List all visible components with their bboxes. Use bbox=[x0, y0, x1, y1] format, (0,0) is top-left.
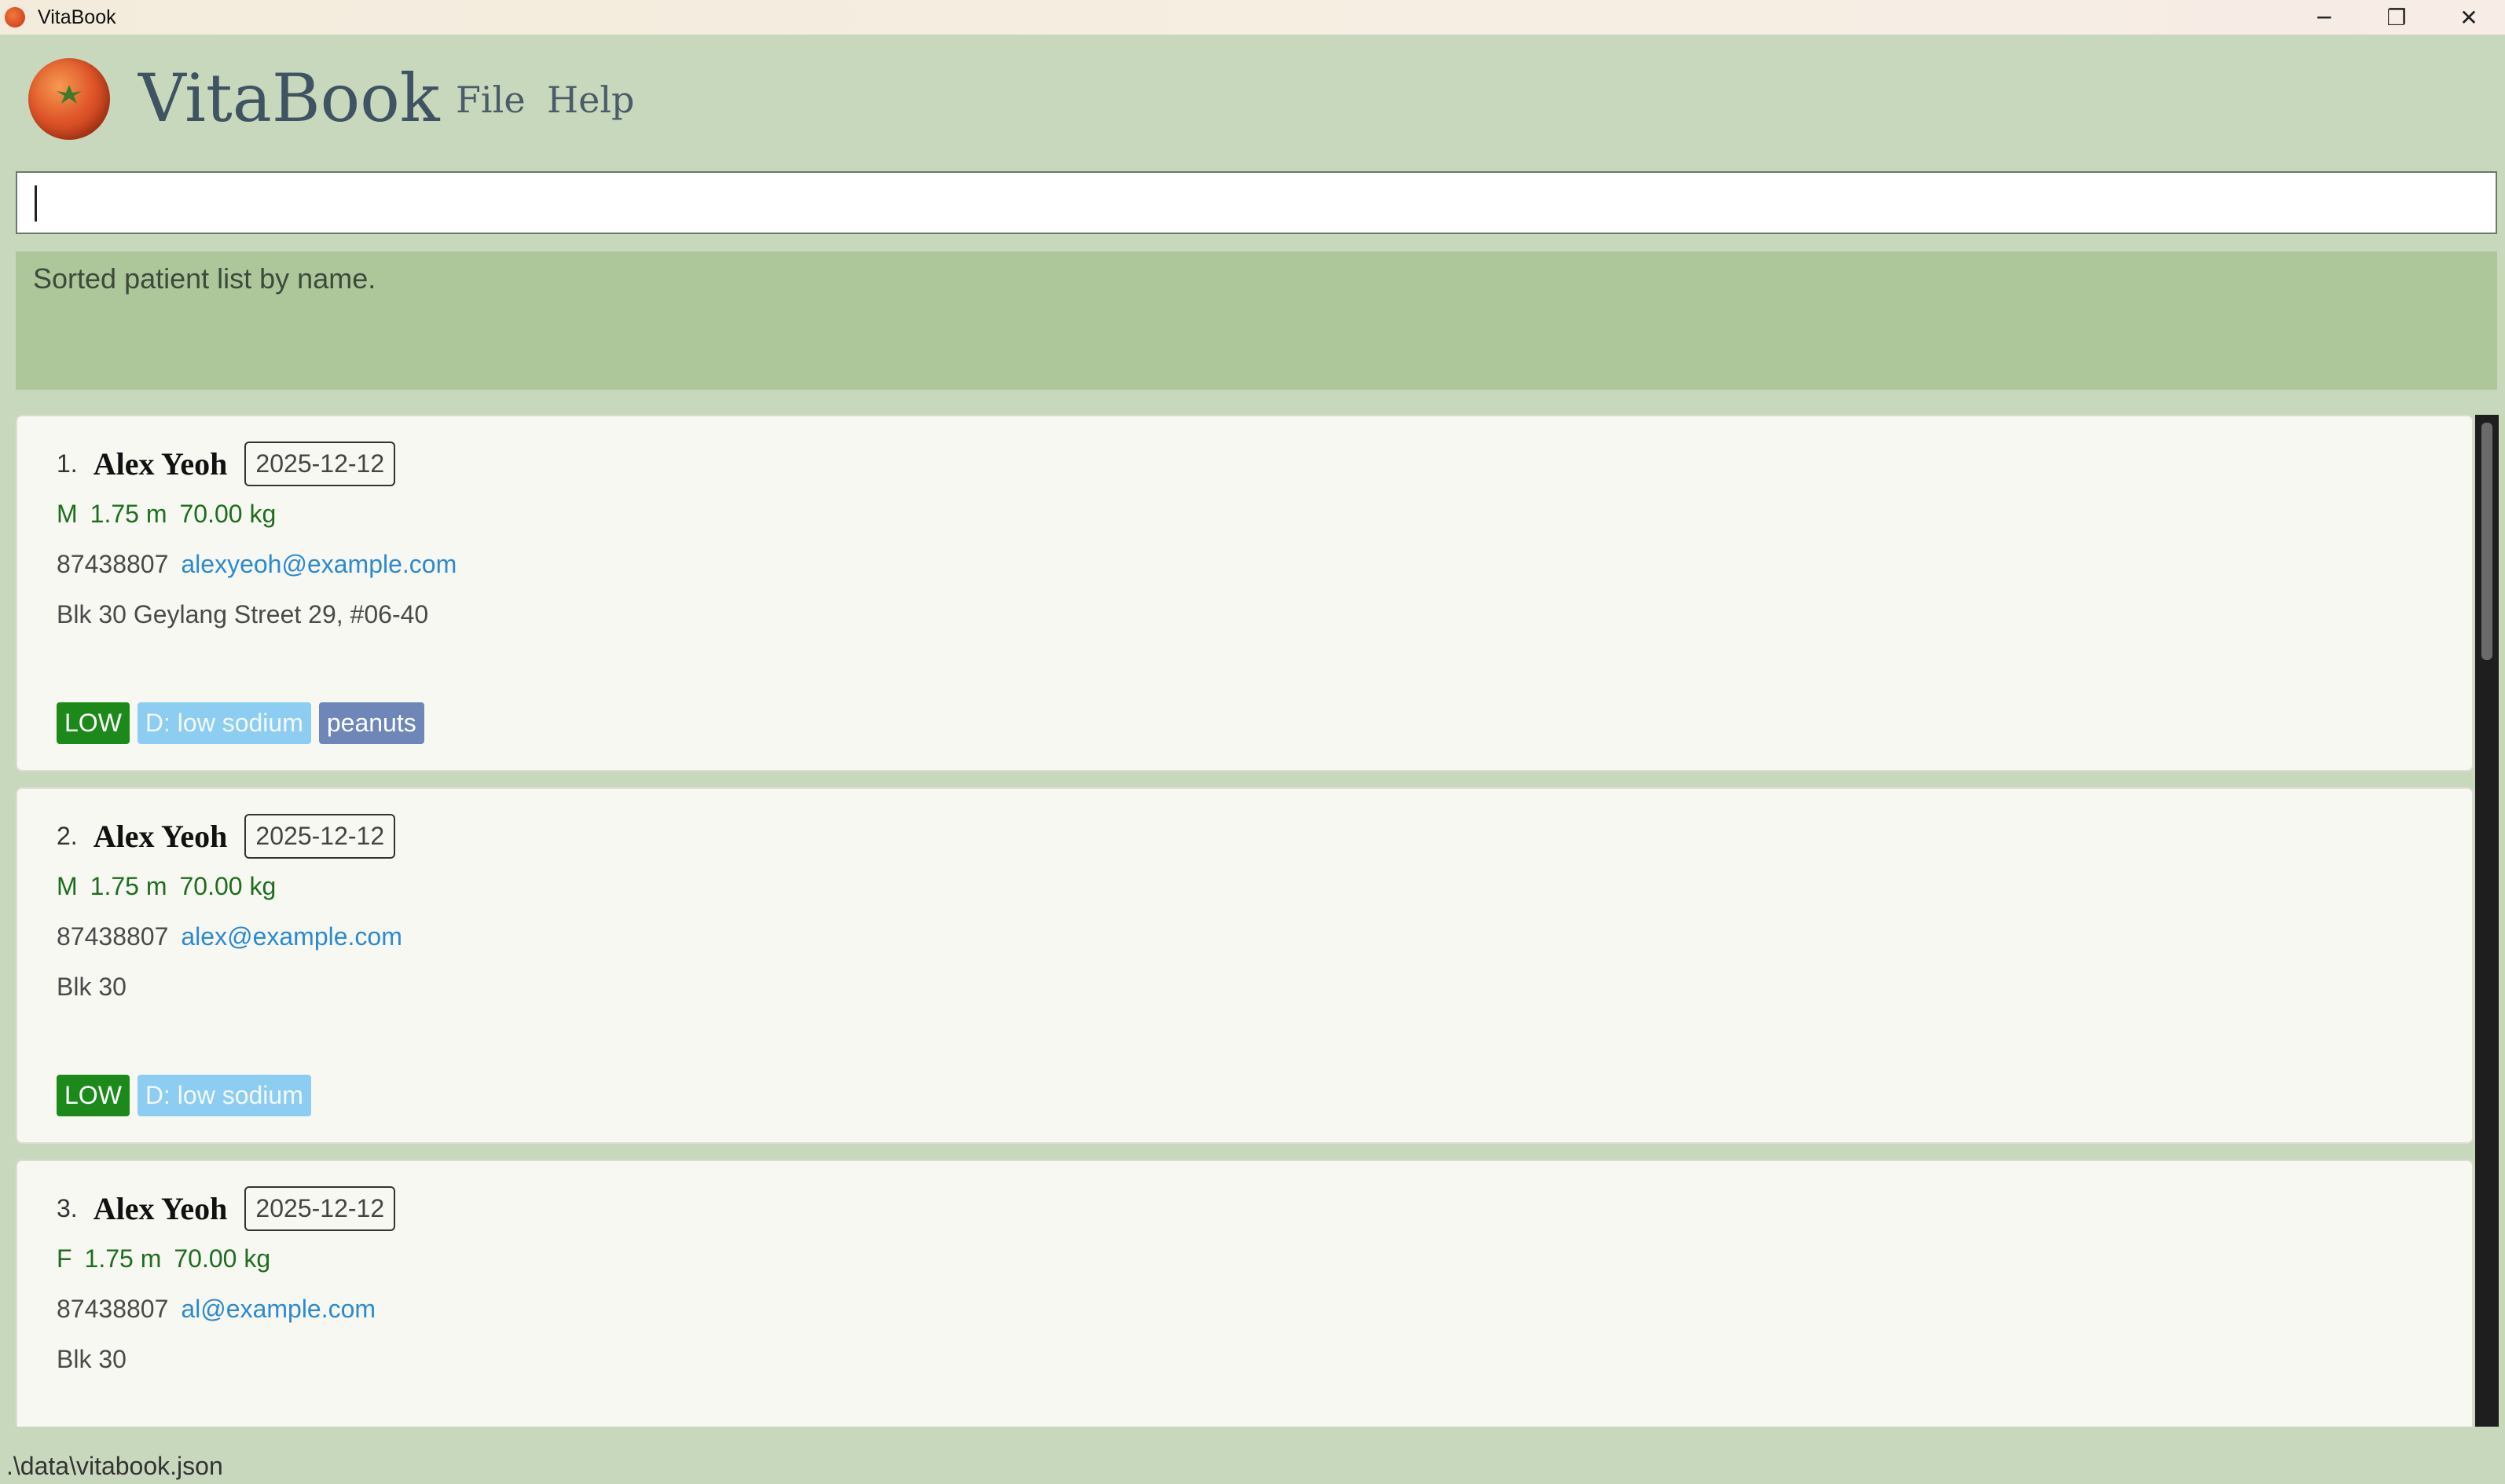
appointment-date-badge: 2025-12-12 bbox=[244, 814, 396, 859]
patient-height: 1.75 m bbox=[90, 500, 167, 528]
patient-card[interactable]: 3. Alex Yeoh 2025-12-12 F 1.75 m 70.00 k… bbox=[16, 1160, 2474, 1427]
patient-list[interactable]: 1. Alex Yeoh 2025-12-12 M 1.75 m 70.00 k… bbox=[16, 415, 2475, 1427]
patient-email[interactable]: al@example.com bbox=[181, 1295, 376, 1324]
priority-tag: LOW bbox=[57, 1075, 130, 1116]
command-input[interactable] bbox=[16, 171, 2497, 234]
patient-index: 3. bbox=[57, 1194, 78, 1222]
scrollbar-thumb[interactable] bbox=[2481, 423, 2492, 660]
list-scrollbar[interactable] bbox=[2475, 415, 2499, 1427]
patient-contact: 87438807 alex@example.com bbox=[57, 922, 402, 951]
window-title: VitaBook bbox=[38, 5, 116, 28]
patient-header: 2. Alex Yeoh 2025-12-12 bbox=[57, 814, 396, 859]
app-header: VitaBook File Help bbox=[0, 35, 2505, 168]
patient-vitals: F 1.75 m 70.00 kg bbox=[57, 1244, 283, 1273]
patient-gender: M bbox=[57, 872, 78, 900]
window-title-bar: VitaBook ─ ❐ ✕ bbox=[0, 0, 2505, 35]
patient-weight: 70.00 kg bbox=[174, 1244, 271, 1273]
diet-tag: D: low sodium bbox=[137, 702, 311, 744]
window-controls: ─ ❐ ✕ bbox=[2288, 0, 2505, 35]
patient-email[interactable]: alexyeoh@example.com bbox=[181, 550, 457, 579]
diet-tag: D: low sodium bbox=[137, 1075, 311, 1116]
patient-tags: LOW D: low sodium bbox=[57, 1075, 319, 1116]
patient-weight: 70.00 kg bbox=[179, 872, 277, 900]
priority-tag: LOW bbox=[57, 702, 130, 744]
patient-phone: 87438807 bbox=[57, 550, 169, 578]
patient-header: 3. Alex Yeoh 2025-12-12 bbox=[57, 1186, 396, 1231]
patient-height: 1.75 m bbox=[84, 1244, 162, 1273]
patient-gender: M bbox=[57, 500, 78, 528]
patient-email[interactable]: alex@example.com bbox=[181, 922, 402, 951]
patient-name: Alex Yeoh bbox=[93, 446, 228, 482]
allergy-tag: peanuts bbox=[318, 702, 424, 744]
patient-weight: 70.00 kg bbox=[179, 500, 277, 528]
patient-card[interactable]: 2. Alex Yeoh 2025-12-12 M 1.75 m 70.00 k… bbox=[16, 787, 2474, 1144]
patient-index: 1. bbox=[57, 449, 78, 478]
patient-address: Blk 30 bbox=[57, 973, 127, 1001]
close-button[interactable]: ✕ bbox=[2433, 0, 2505, 35]
tomato-stem-icon bbox=[57, 85, 82, 104]
patient-address: Blk 30 bbox=[57, 1345, 127, 1373]
appointment-date-badge: 2025-12-12 bbox=[244, 1186, 396, 1231]
patient-gender: F bbox=[57, 1244, 72, 1273]
app-icon bbox=[5, 7, 25, 27]
tomato-logo-icon bbox=[28, 58, 110, 140]
appointment-date-badge: 2025-12-12 bbox=[244, 442, 396, 486]
restore-button[interactable]: ❐ bbox=[2360, 0, 2433, 35]
status-bar-path: .\data\vitabook.json bbox=[6, 1452, 223, 1480]
result-display: Sorted patient list by name. bbox=[16, 251, 2497, 390]
result-text: Sorted patient list by name. bbox=[33, 262, 376, 295]
patient-address: Blk 30 Geylang Street 29, #06-40 bbox=[57, 600, 429, 628]
patient-height: 1.75 m bbox=[90, 872, 167, 900]
patient-contact: 87438807 alexyeoh@example.com bbox=[57, 550, 457, 579]
patient-card[interactable]: 1. Alex Yeoh 2025-12-12 M 1.75 m 70.00 k… bbox=[16, 415, 2474, 771]
patient-name: Alex Yeoh bbox=[93, 1191, 228, 1226]
patient-phone: 87438807 bbox=[57, 922, 169, 951]
patient-phone: 87438807 bbox=[57, 1295, 169, 1323]
patient-index: 2. bbox=[57, 822, 78, 850]
patient-tags: LOW D: low sodium peanuts bbox=[57, 702, 432, 744]
menu-help[interactable]: Help bbox=[547, 79, 635, 121]
menu-file[interactable]: File bbox=[456, 79, 526, 121]
minimize-button[interactable]: ─ bbox=[2288, 0, 2360, 35]
patient-contact: 87438807 al@example.com bbox=[57, 1295, 376, 1324]
patient-name: Alex Yeoh bbox=[93, 819, 228, 854]
app-name: VitaBook bbox=[138, 60, 440, 137]
patient-vitals: M 1.75 m 70.00 kg bbox=[57, 872, 288, 901]
patient-header: 1. Alex Yeoh 2025-12-12 bbox=[57, 442, 396, 486]
patient-vitals: M 1.75 m 70.00 kg bbox=[57, 500, 288, 529]
text-caret bbox=[35, 185, 37, 222]
